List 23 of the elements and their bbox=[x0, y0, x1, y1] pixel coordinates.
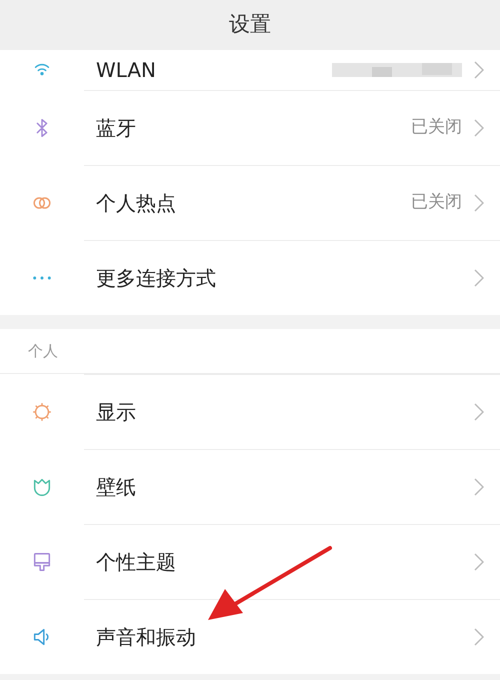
section-header: 个人 bbox=[28, 340, 58, 362]
row-label: 显示 bbox=[95, 399, 137, 426]
status-value: 已关闭 bbox=[411, 191, 462, 214]
chevron-right-icon bbox=[474, 628, 484, 646]
chevron-right-icon bbox=[474, 269, 484, 287]
row-label: 个性主题 bbox=[95, 549, 177, 576]
status-value: 已关闭 bbox=[411, 116, 462, 140]
sun-icon bbox=[31, 400, 53, 422]
row-label: 声音和振动 bbox=[95, 624, 197, 651]
row-label: 个人热点 bbox=[95, 190, 177, 217]
chevron-right-icon bbox=[474, 119, 484, 137]
row-label: 更多连接方式 bbox=[95, 265, 217, 292]
row-label: WLAN bbox=[95, 57, 158, 84]
chevron-right-icon bbox=[474, 478, 484, 496]
chevron-right-icon bbox=[474, 403, 484, 421]
chevron-right-icon bbox=[474, 61, 484, 79]
chevron-right-icon bbox=[474, 194, 484, 212]
window-title: 设置 bbox=[229, 11, 271, 38]
chevron-right-icon bbox=[474, 553, 484, 571]
paint-brush-icon bbox=[31, 550, 53, 572]
row-label: 蓝牙 bbox=[95, 115, 137, 142]
more-dots-icon bbox=[31, 276, 53, 280]
row-label: 壁纸 bbox=[95, 474, 137, 501]
